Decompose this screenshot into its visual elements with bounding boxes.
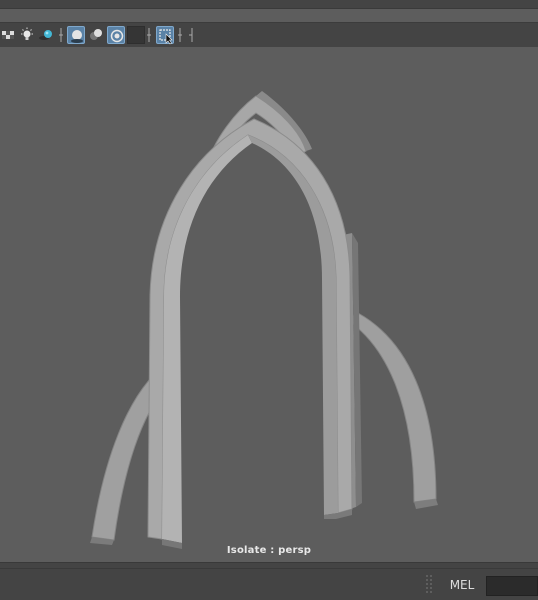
script-language-toggle[interactable]: MEL [440, 569, 484, 600]
command-input-field[interactable] [486, 576, 538, 596]
shadow-light-icon[interactable] [37, 26, 55, 44]
toolbar-separator [145, 26, 153, 44]
anti-aliasing-icon[interactable] [87, 26, 105, 44]
gothic-arch-model[interactable] [0, 47, 538, 562]
isolate-hud-label: Isolate : persp [226, 545, 312, 556]
motion-blur-icon[interactable] [67, 26, 85, 44]
xray-icon[interactable] [188, 26, 196, 44]
isolate-select-icon[interactable] [156, 26, 174, 45]
checker-icon[interactable] [0, 26, 18, 44]
command-line-bar: MEL [0, 568, 538, 600]
3d-viewport[interactable]: Isolate : persp [0, 47, 538, 562]
panel-menu-strip [0, 0, 538, 9]
grip-handle-icon[interactable] [425, 573, 433, 597]
wireframe-toggle-icon[interactable] [127, 26, 145, 44]
depth-of-field-icon[interactable] [107, 26, 125, 44]
viewport-toolbar [0, 22, 538, 48]
light-bulb-icon[interactable] [18, 26, 36, 44]
toolbar-separator [176, 26, 184, 44]
toolbar-separator [58, 26, 64, 44]
maya-viewport-panel: Isolate : persp MEL [0, 0, 538, 600]
